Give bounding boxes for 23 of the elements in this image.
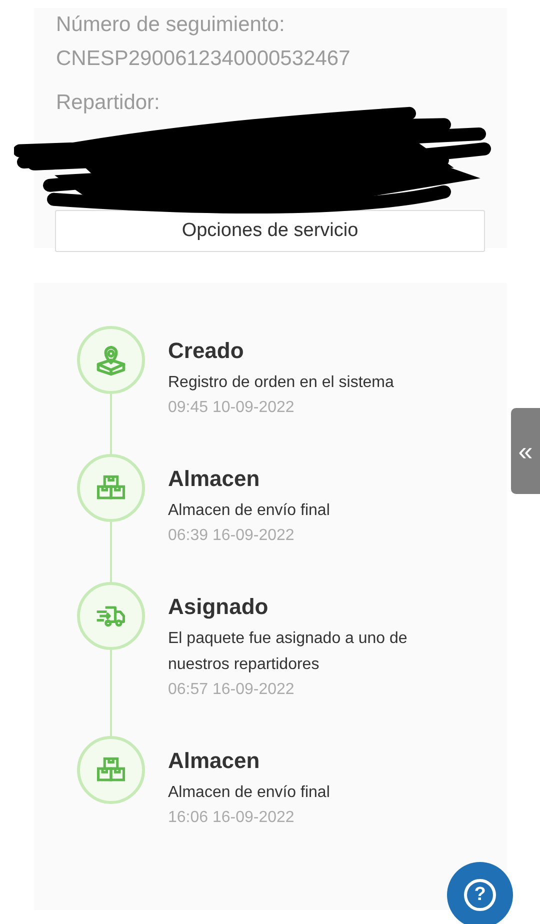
event-title: Almacen (168, 466, 261, 492)
delivery-truck-icon (96, 606, 126, 627)
event-time: 06:57 16-09-2022 (168, 680, 296, 700)
tracking-number-label: Número de seguimiento: (56, 12, 286, 38)
boxes-icon (96, 475, 126, 500)
event-title: Almacen (168, 748, 261, 774)
event-time: 09:45 10-09-2022 (168, 398, 296, 418)
event-time: 06:39 16-09-2022 (168, 526, 296, 546)
event-description: Registro de orden en el sistema (168, 373, 395, 393)
collapse-side-tab[interactable]: « (511, 408, 540, 494)
help-icon: ? (464, 879, 496, 911)
help-button[interactable]: ? (447, 862, 513, 924)
event-title: Asignado (168, 594, 270, 620)
map-pin-icon (96, 346, 126, 376)
event-description: Almacen de envío final (168, 783, 331, 803)
event-title: Creado (168, 338, 245, 364)
event-description: Almacen de envío final (168, 501, 331, 521)
service-options-button[interactable]: Opciones de servicio (55, 210, 485, 252)
boxes-icon (96, 757, 126, 782)
event-description: El paquete fue asignado a uno de nuestros repartidores (168, 629, 408, 675)
tracking-number: CNESP2900612340000532467 (56, 46, 352, 72)
courier-label: Repartidor: (56, 90, 161, 116)
event-time: 16:06 16-09-2022 (168, 808, 296, 828)
